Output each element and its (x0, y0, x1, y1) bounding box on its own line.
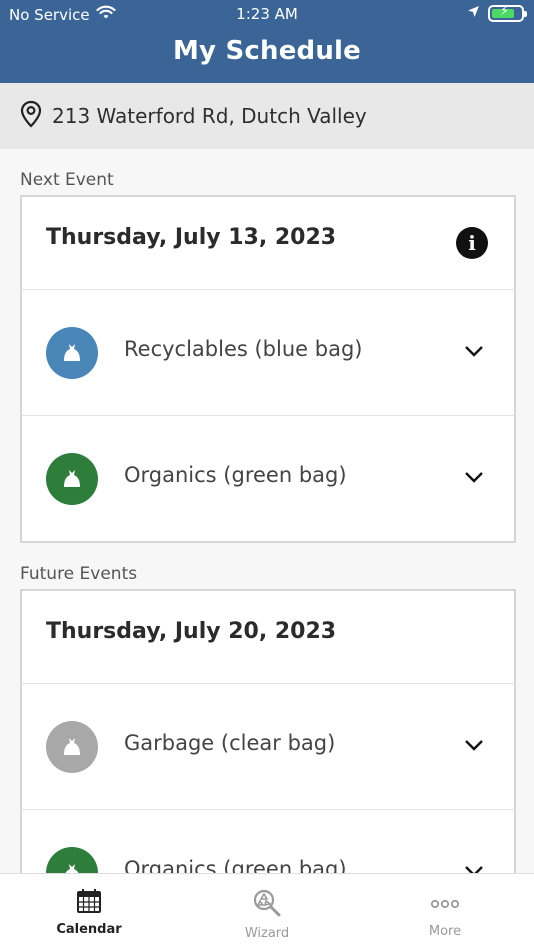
chevron-down-icon[interactable] (464, 468, 484, 487)
next-event-label: Next Event (20, 170, 114, 190)
event-date-row: Thursday, July 13, 2023 i (22, 197, 514, 290)
nav-wizard[interactable]: Wizard (178, 874, 356, 950)
item-label: Recyclables (blue bag) (124, 337, 363, 361)
nav-label: More (428, 924, 462, 939)
list-item[interactable]: Organics (green bag) (22, 416, 514, 542)
nav-label: Wizard (244, 926, 290, 941)
map-pin-icon (20, 100, 42, 133)
chevron-down-icon[interactable] (464, 342, 484, 361)
chevron-down-icon[interactable] (464, 736, 484, 755)
next-event-card: Thursday, July 13, 2023 i Recyclables (b… (20, 195, 516, 543)
bag-icon (46, 721, 98, 773)
nav-more[interactable]: More (356, 874, 534, 950)
nav-calendar[interactable]: Calendar (0, 874, 178, 950)
location-arrow-icon (467, 4, 480, 22)
address-text: 213 Waterford Rd, Dutch Valley (52, 104, 367, 128)
more-dots-icon (430, 888, 460, 914)
list-item[interactable]: Recyclables (blue bag) (22, 290, 514, 416)
app-header: No Service 1:23 AM ⚡ My Schedule (0, 0, 534, 83)
nav-label: Calendar (56, 922, 122, 937)
status-bar: No Service 1:23 AM ⚡ (0, 0, 534, 28)
event-date: Thursday, July 20, 2023 (46, 619, 337, 644)
event-date-row: Thursday, July 20, 2023 (22, 591, 514, 684)
page-title: My Schedule (172, 36, 362, 66)
address-bar[interactable]: 213 Waterford Rd, Dutch Valley (0, 83, 534, 149)
battery-charging-icon: ⚡ (488, 4, 527, 22)
status-time: 1:23 AM (236, 5, 298, 23)
item-label: Garbage (clear bag) (124, 731, 336, 755)
calendar-icon (76, 888, 102, 918)
recycle-search-icon (252, 888, 282, 922)
info-icon[interactable]: i (456, 227, 488, 259)
bag-icon (46, 453, 98, 505)
bottom-nav: Calendar Wizard More (0, 873, 534, 950)
event-date: Thursday, July 13, 2023 (46, 225, 337, 250)
future-events-card: Thursday, July 20, 2023 Garbage (clear b… (20, 589, 516, 879)
item-label: Organics (green bag) (124, 463, 347, 487)
future-events-label: Future Events (20, 564, 138, 584)
bag-icon (46, 327, 98, 379)
list-item[interactable]: Organics (green bag) (22, 810, 514, 877)
list-item[interactable]: Garbage (clear bag) (22, 684, 514, 810)
